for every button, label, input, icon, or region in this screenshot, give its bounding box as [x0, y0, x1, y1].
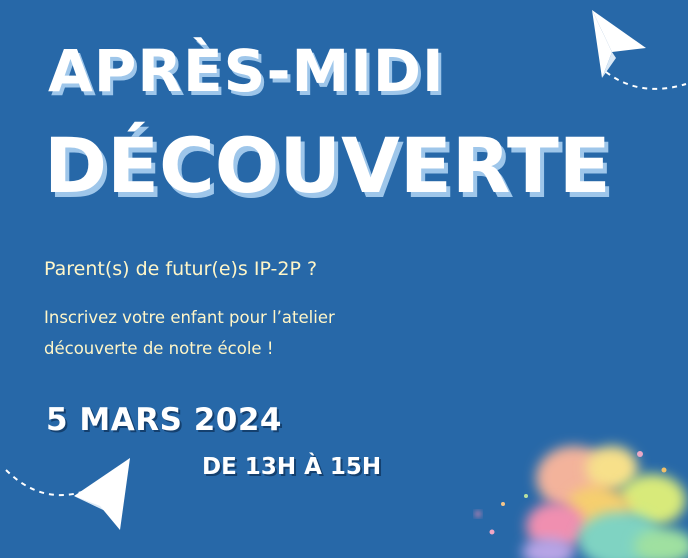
- watercolor-splash: [475, 446, 688, 558]
- event-time: DE 13H À 15H: [202, 454, 382, 480]
- question-text: Parent(s) de futur(e)s IP-2P ?: [44, 258, 318, 280]
- flight-path-dashes: [605, 71, 687, 90]
- event-poster: APRÈS-MIDI DÉCOUVERTE Parent(s) de futur…: [0, 0, 688, 558]
- paper-plane-icon: [592, 10, 646, 78]
- paper-plane-icon: [74, 458, 130, 530]
- description-text: Inscrivez votre enfant pour l’atelier dé…: [44, 302, 335, 364]
- description-line-2: découverte de notre école !: [44, 339, 274, 358]
- event-date: 5 MARS 2024: [46, 402, 282, 438]
- description-line-1: Inscrivez votre enfant pour l’atelier: [44, 308, 335, 327]
- flight-path-dashes: [5, 469, 83, 497]
- title-line-1: APRÈS-MIDI: [48, 37, 445, 105]
- title-line-2: DÉCOUVERTE: [44, 121, 611, 210]
